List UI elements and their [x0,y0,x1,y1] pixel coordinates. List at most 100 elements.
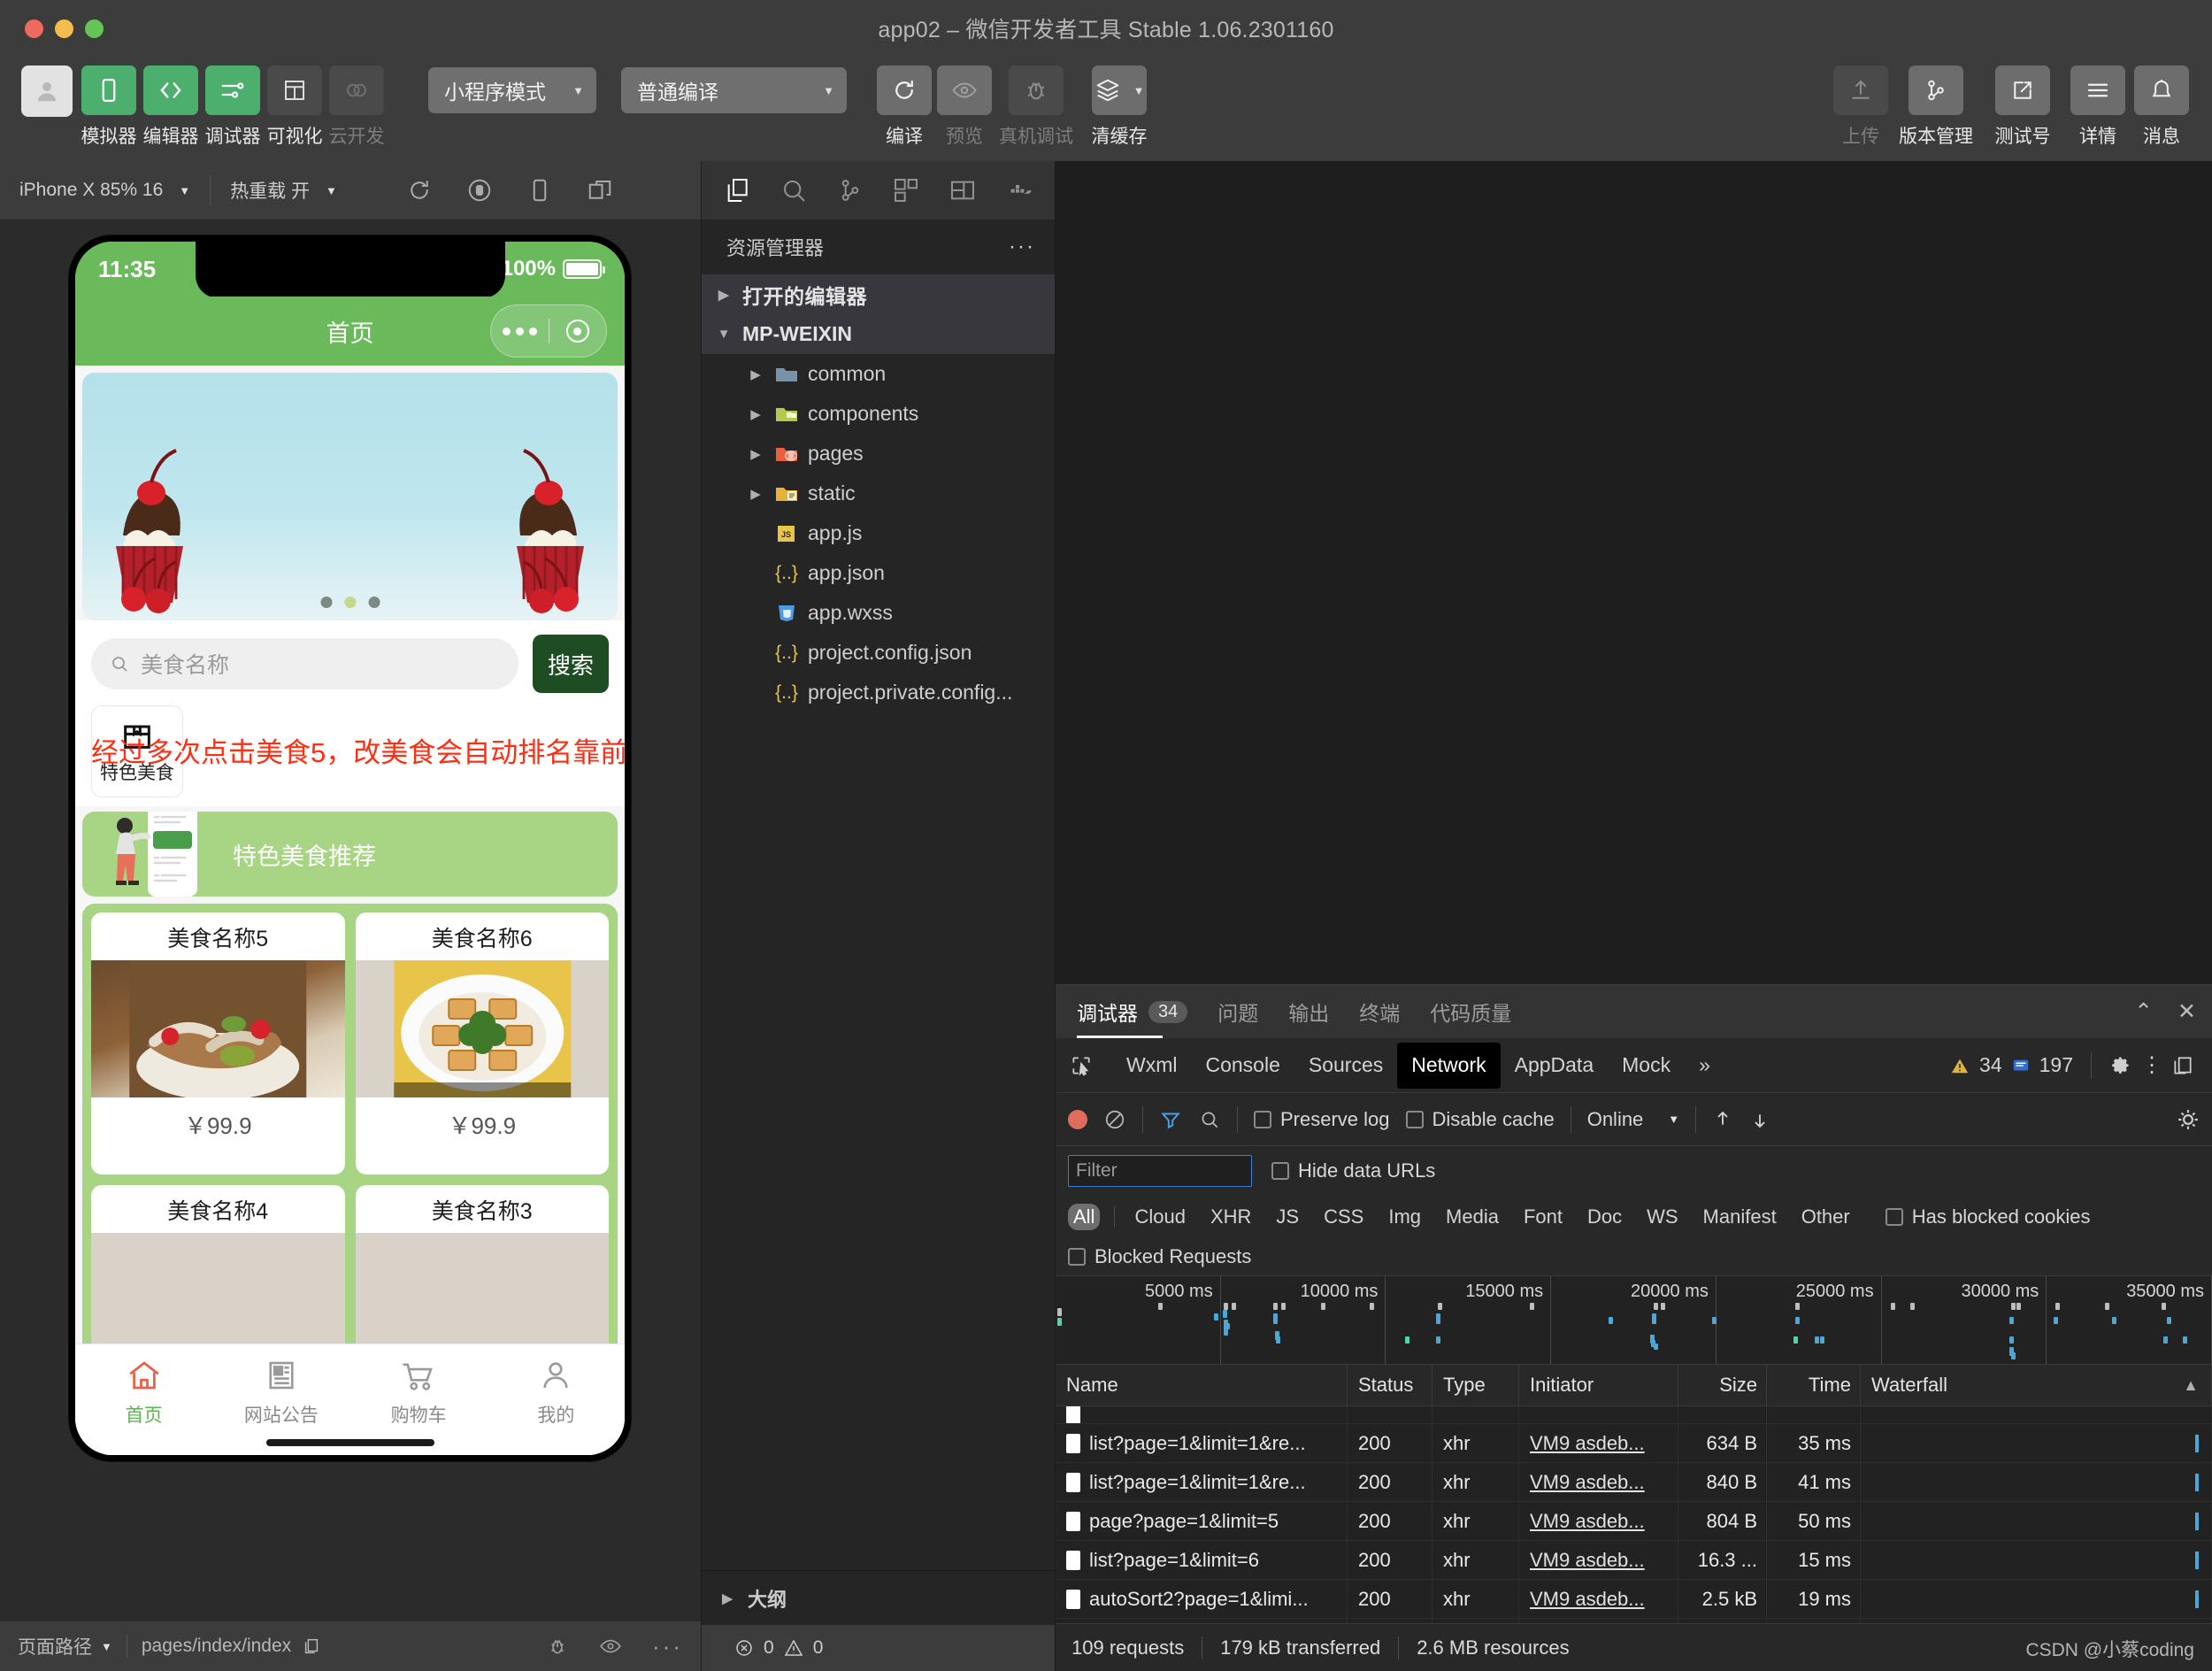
cell-initiator[interactable]: VM9 asdeb... [1519,1541,1678,1579]
mode-select[interactable]: 小程序模式 ▼ [428,67,596,113]
toolbar-preview-button[interactable] [937,65,992,115]
table-row[interactable]: autoSort2?page=1&limi... 200 xhr VM9 asd… [1056,1580,2212,1619]
split-icon[interactable] [587,177,613,204]
window-controls[interactable] [0,19,104,38]
type-filter-media[interactable]: Media [1440,1204,1504,1230]
tab-home[interactable]: 首页 [75,1357,212,1428]
cell-initiator[interactable]: VM9 asdeb... [1519,1424,1678,1462]
carousel-dot[interactable] [320,597,332,608]
hide-data-urls-checkbox[interactable]: Hide data URLs [1271,1159,1435,1182]
more-icon[interactable]: ··· [652,1633,683,1660]
devtools-tab-appdata[interactable]: AppData [1501,1047,1609,1083]
tree-item-project-private-config[interactable]: {..} project.private.config... [702,673,1055,712]
blocked-requests-checkbox[interactable]: Blocked Requests [1068,1245,1251,1268]
preserve-log-checkbox[interactable]: Preserve log [1254,1108,1390,1131]
toolbar-simulator-button[interactable] [81,65,136,115]
close-mini-program-icon[interactable] [549,320,607,343]
close-window-button[interactable] [25,19,43,38]
toolbar-visualize[interactable]: 可视化 [267,65,322,149]
record-icon[interactable] [1068,1110,1087,1129]
carousel-dot[interactable] [368,597,380,608]
toolbar-version-button[interactable] [1909,65,1963,115]
type-filter-img[interactable]: Img [1383,1204,1426,1230]
toolbar-editor[interactable]: 编辑器 [143,65,198,149]
devtools-tab-console[interactable]: Console [1191,1047,1294,1083]
type-filter-xhr[interactable]: XHR [1205,1204,1256,1230]
type-filter-other[interactable]: Other [1796,1204,1855,1230]
column-header-size[interactable]: Size [1678,1365,1767,1405]
close-icon[interactable]: ✕ [2177,998,2196,1025]
activity-extensions[interactable] [878,161,934,219]
compile-select[interactable]: 普通编译 ▼ [621,67,847,113]
tree-item-common[interactable]: ▶ common [702,354,1055,394]
devtools-tabs-overflow[interactable]: » [1685,1047,1724,1083]
tree-item-static[interactable]: ▶ static [702,474,1055,513]
checkbox[interactable] [1254,1111,1271,1128]
sort-asc-icon[interactable]: ▲ [2183,1376,2199,1395]
banner-carousel[interactable] [82,373,618,620]
refresh-icon[interactable] [406,177,433,204]
toolbar-compile-button[interactable] [877,65,932,115]
toolbar-clear-cache[interactable]: ▼ 清缓存 [1080,65,1158,149]
table-row[interactable]: list?page=1&limit=1&re... 200 xhr VM9 as… [1056,1424,2212,1463]
type-filter-cloud[interactable]: Cloud [1129,1204,1190,1230]
toolbar-cloud[interactable]: 云开发 [329,65,384,149]
carousel-dot-active[interactable] [344,597,356,608]
minimize-window-button[interactable] [55,19,73,38]
kebab-icon[interactable]: ⋮ [2141,1059,2162,1072]
type-filter-css[interactable]: CSS [1318,1204,1369,1230]
panel-tab-problems[interactable]: 问题 [1217,985,1258,1038]
toolbar-upload[interactable]: 上传 [1833,65,1888,149]
gear-icon[interactable] [2109,1054,2132,1077]
column-header-waterfall[interactable]: Waterfall ▲ [1861,1365,2212,1405]
type-filter-manifest[interactable]: Manifest [1698,1204,1782,1230]
outline-section[interactable]: ▶ 大纲 [702,1570,1055,1625]
tree-item-project-config[interactable]: {..} project.config.json [702,633,1055,673]
tree-item-components[interactable]: ▶ components [702,394,1055,434]
tree-section-open-editors[interactable]: ▶ 打开的编辑器 [702,274,1055,314]
toolbar-editor-button[interactable] [143,65,198,115]
search-input[interactable]: 美食名称 [91,638,518,689]
user-avatar-item[interactable] [19,65,74,117]
chevron-down-icon[interactable]: ▼ [101,1640,112,1653]
column-header-name[interactable]: Name [1056,1365,1348,1405]
device-select[interactable]: iPhone X 85% 16 ▼ [0,161,210,219]
has-blocked-cookies-checkbox[interactable]: Has blocked cookies [1886,1205,2091,1228]
toolbar-details-button[interactable] [2070,65,2125,115]
panel-tab-code-quality[interactable]: 代码质量 [1430,985,1511,1038]
type-filter-all[interactable]: All [1068,1204,1100,1230]
toolbar-messages-button[interactable] [2134,65,2189,115]
toolbar-testid-button[interactable] [1995,65,2050,115]
carousel-dots[interactable] [320,597,380,608]
activity-source-control[interactable] [822,161,879,219]
hot-reload-select[interactable]: 热重载 开 ▼ [211,161,357,219]
disable-cache-checkbox[interactable]: Disable cache [1406,1108,1555,1131]
toolbar-real-device-button[interactable] [1009,65,1064,115]
throttle-select-value[interactable]: Online [1587,1108,1644,1131]
devtools-tab-network[interactable]: Network [1397,1043,1500,1089]
checkbox[interactable] [1068,1248,1086,1266]
network-timeline-overview[interactable]: 5000 ms 10000 ms 15000 ms 20000 ms 25000… [1056,1275,2212,1364]
editor-area[interactable] [1056,161,2212,984]
checkbox[interactable] [1271,1162,1289,1180]
column-header-type[interactable]: Type [1432,1365,1519,1405]
panel-tab-terminal[interactable]: 终端 [1359,985,1400,1038]
toolbar-version[interactable]: 版本管理 [1897,65,1975,149]
activity-search[interactable] [765,161,822,219]
toolbar-messages[interactable]: 消息 [2134,65,2189,149]
tree-section-mp-weixin[interactable]: ▼ MP-WEIXIN [702,314,1055,354]
devtools-tab-sources[interactable]: Sources [1294,1047,1397,1083]
collapse-icon[interactable]: ⌃ [2134,998,2153,1025]
activity-files[interactable] [709,161,765,219]
dock-icon[interactable] [2171,1054,2194,1077]
table-row[interactable]: page?page=1&limit=5 200 xhr VM9 asdeb...… [1056,1502,2212,1541]
bug-icon[interactable] [546,1635,569,1658]
copy-icon[interactable] [302,1636,321,1656]
gear-icon[interactable] [2177,1108,2200,1131]
chevron-down-icon[interactable]: ▼ [1668,1113,1679,1126]
activity-wxml[interactable] [934,161,991,219]
table-row[interactable]: list?page=1&limit=6 200 xhr VM9 asdeb...… [1056,1541,2212,1580]
toolbar-debugger-button[interactable] [205,65,260,115]
table-row[interactable] [1056,1406,2212,1424]
tab-profile[interactable]: 我的 [488,1357,625,1428]
